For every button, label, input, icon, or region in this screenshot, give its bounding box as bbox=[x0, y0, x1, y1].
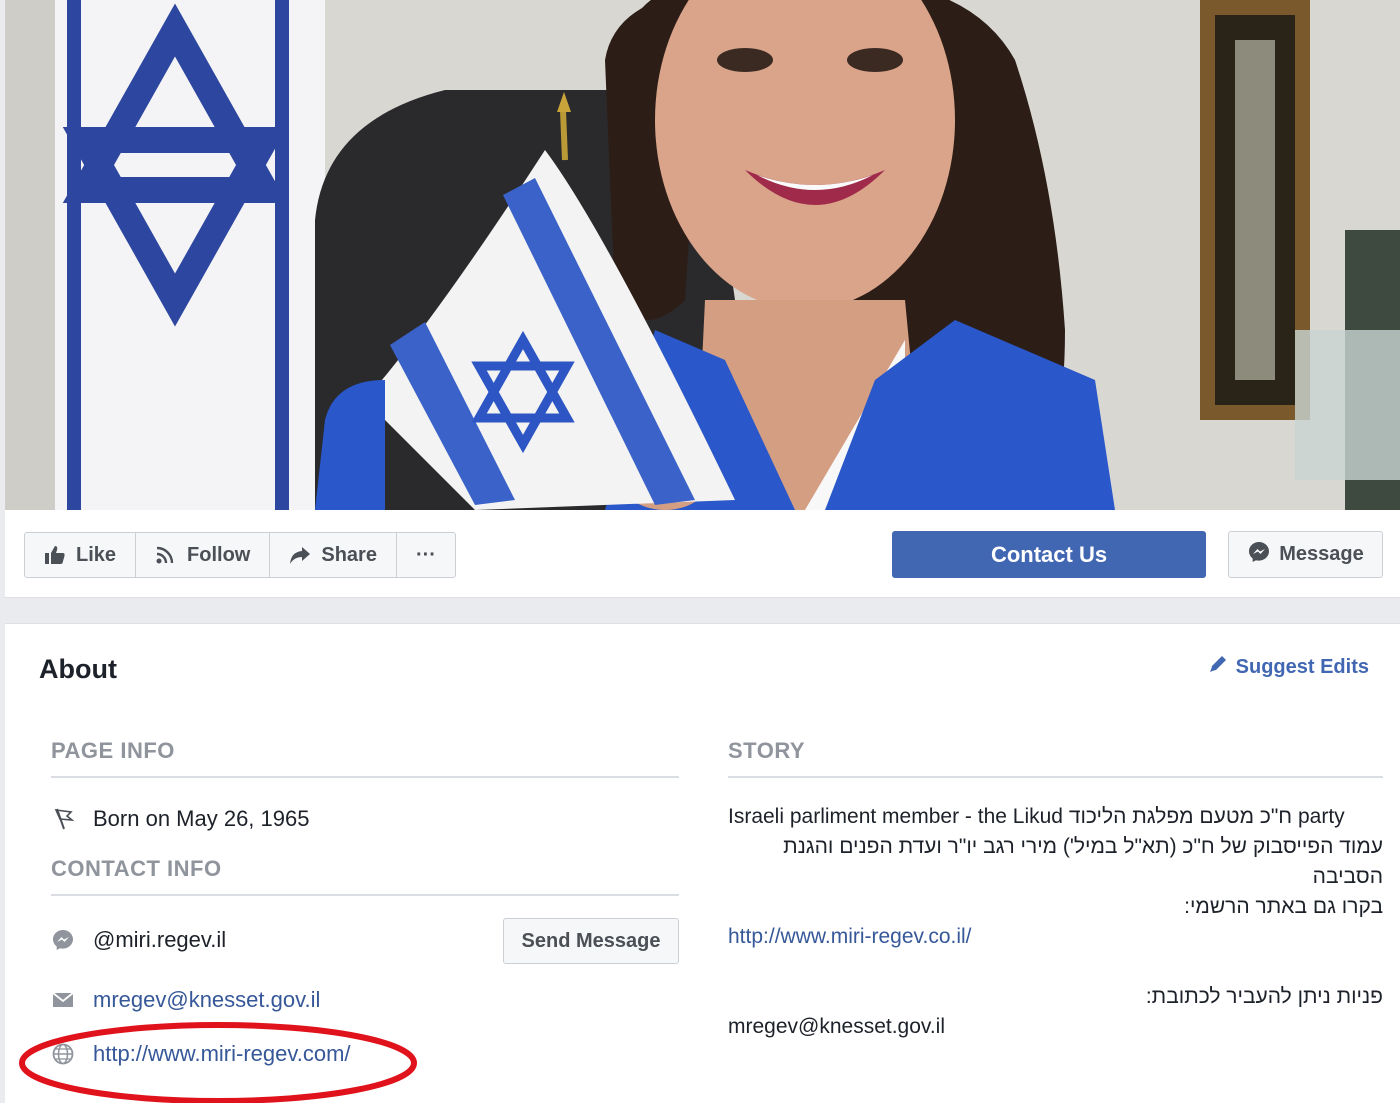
follow-button[interactable]: Follow bbox=[136, 533, 271, 577]
contact-info-heading: CONTACT INFO bbox=[51, 852, 679, 896]
share-label: Share bbox=[321, 543, 377, 566]
thumbs-up-icon bbox=[44, 545, 66, 565]
follow-label: Follow bbox=[187, 543, 251, 566]
more-label: ··· bbox=[415, 543, 436, 566]
message-button[interactable]: Message bbox=[1228, 531, 1383, 578]
story-heading: STORY bbox=[728, 734, 1383, 778]
story-line-3: בקרו גם באתר הרשמי: bbox=[1184, 895, 1383, 918]
story-blank-line bbox=[728, 952, 1383, 982]
rss-icon bbox=[155, 545, 177, 565]
more-options-button[interactable]: ··· bbox=[397, 533, 455, 577]
message-label: Message bbox=[1279, 543, 1364, 565]
messenger-icon bbox=[51, 928, 75, 952]
annotation-circle bbox=[19, 1022, 417, 1103]
like-label: Like bbox=[76, 543, 117, 566]
like-button[interactable]: Like bbox=[25, 533, 137, 577]
cover-photo bbox=[5, 0, 1400, 510]
share-button[interactable]: Share bbox=[270, 533, 397, 577]
pencil-icon bbox=[1208, 654, 1228, 680]
story-column: STORY Israeli parliment member - the Lik… bbox=[728, 734, 1383, 1042]
about-title: About bbox=[39, 654, 117, 684]
story-website-link[interactable]: http://www.miri-regev.co.il/ bbox=[728, 922, 1383, 952]
page-action-bar: Like Follow Share ··· Contact Us Message bbox=[5, 510, 1400, 598]
story-line-1: Israeli parliment member - the Likud ח"כ… bbox=[728, 805, 1345, 828]
messenger-handle: @miri.regev.il bbox=[93, 927, 227, 952]
contact-us-label: Contact Us bbox=[990, 541, 1108, 567]
story-text: Israeli parliment member - the Likud ח"כ… bbox=[728, 802, 1383, 1042]
suggest-edits-link[interactable]: Suggest Edits bbox=[1208, 654, 1369, 680]
messenger-icon bbox=[1247, 540, 1271, 570]
action-button-group: Like Follow Share ··· bbox=[24, 532, 456, 578]
envelope-icon bbox=[51, 992, 75, 1008]
share-arrow-icon bbox=[289, 545, 311, 565]
page-info-heading: PAGE INFO bbox=[51, 734, 679, 778]
suggest-edits-label: Suggest Edits bbox=[1235, 655, 1369, 678]
email-link[interactable]: mregev@knesset.gov.il bbox=[93, 987, 320, 1013]
email-row: mregev@knesset.gov.il bbox=[51, 980, 679, 1020]
flag-icon bbox=[51, 807, 75, 831]
messenger-row: @miri.regev.il Send Message bbox=[51, 918, 679, 964]
story-line-2: עמוד הפייסבוק של ח"כ (תא"ל במיל') מירי ר… bbox=[783, 835, 1383, 888]
send-message-label: Send Message bbox=[521, 929, 661, 952]
send-message-button[interactable]: Send Message bbox=[503, 918, 679, 964]
story-line-5: פניות ניתן להעביר לכתובת: bbox=[1145, 985, 1383, 1008]
contact-us-button[interactable]: Contact Us bbox=[892, 531, 1206, 578]
birth-date-text: Born on May 26, 1965 bbox=[93, 806, 310, 831]
birth-date-row: Born on May 26, 1965 bbox=[51, 800, 679, 838]
story-email-text: mregev@knesset.gov.il bbox=[728, 1015, 946, 1038]
